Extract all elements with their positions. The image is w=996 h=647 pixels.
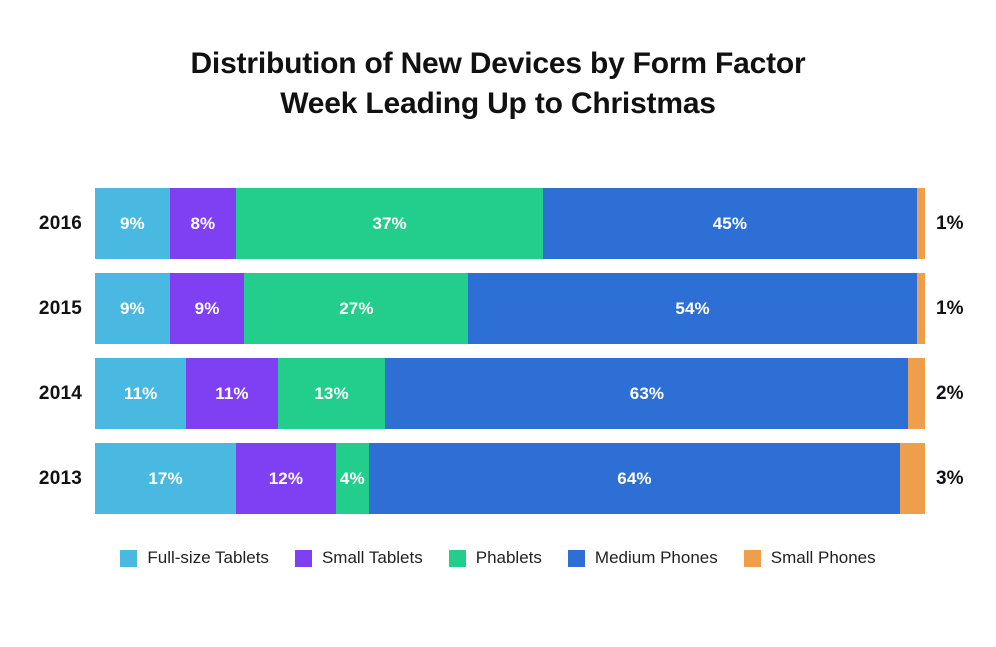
bar-segment[interactable]: 9%	[95, 273, 170, 344]
bar-row: 2013 17% 12% 4% 64% 3%	[0, 443, 996, 514]
segment-value-label: 17%	[148, 468, 183, 488]
segment-value-label: 9%	[119, 298, 145, 318]
bar-segment[interactable]: 12%	[236, 443, 336, 514]
legend-label: Medium Phones	[594, 548, 718, 567]
bar-segment[interactable]	[900, 443, 925, 514]
segment-value-label: 12%	[268, 468, 304, 488]
bar-segment[interactable]: 45%	[543, 188, 917, 259]
segment-value-label: 64%	[617, 468, 652, 488]
segment-value-label: 8%	[190, 213, 216, 233]
outside-value-label: 1%	[936, 298, 964, 319]
legend-swatch-icon	[743, 549, 761, 567]
year-axis-label: 2013	[38, 468, 82, 489]
segment-value-label: 45%	[712, 213, 748, 233]
legend-item[interactable]: Small Phones	[743, 548, 876, 568]
bar-segment[interactable]: 9%	[169, 273, 245, 344]
outside-value-label: 1%	[936, 213, 964, 234]
bar-segment[interactable]: 27%	[244, 273, 469, 344]
bar-segment[interactable]: 4%	[335, 443, 369, 514]
legend-swatch-icon	[448, 549, 466, 567]
legend-swatch-icon	[120, 549, 138, 567]
segment-value-label: 63%	[629, 383, 665, 403]
bar-segment[interactable]: 9%	[95, 188, 170, 259]
outside-value-label: 3%	[936, 468, 964, 489]
bar-segment[interactable]: 63%	[385, 358, 909, 429]
segment-value-label: 11%	[215, 383, 249, 403]
plot-area: 2016 9% 8% 37% 45% 1% 2015 9% 9% 27% 54% 1% 2014 11% 1…	[0, 188, 996, 528]
segment-value-label: 37%	[372, 213, 407, 233]
bar-row: 2014 11% 11% 13% 63% 2%	[0, 358, 996, 429]
chart-title-block: Distribution of New Devices by Form Fact…	[0, 44, 996, 124]
bar-segment[interactable]: 11%	[186, 358, 278, 429]
bar-segment[interactable]: 64%	[368, 443, 901, 514]
bar-row: 2015 9% 9% 27% 54% 1%	[0, 273, 996, 344]
legend-item[interactable]: Small Tablets	[294, 548, 423, 568]
bar-row: 2016 9% 8% 37% 45% 1%	[0, 188, 996, 259]
chart-legend: Full-size Tablets Small Tablets Phablets Me…	[0, 548, 996, 568]
bar-segment[interactable]: 54%	[468, 273, 917, 344]
year-axis-label: 2016	[38, 213, 82, 234]
segment-value-label: 54%	[675, 298, 710, 318]
bar-segment[interactable]	[908, 358, 925, 429]
segment-value-label: 9%	[194, 298, 220, 318]
legend-label: Phablets	[475, 548, 542, 567]
year-axis-label: 2014	[38, 383, 82, 404]
chart-container: Distribution of New Devices by Form Fact…	[0, 0, 996, 647]
legend-item[interactable]: Full-size Tablets	[120, 548, 269, 568]
segment-value-label: 4%	[339, 468, 365, 488]
stacked-bar: 9% 9% 27% 54%	[95, 273, 925, 344]
bar-segment[interactable]: 11%	[95, 358, 187, 429]
stacked-bar: 11% 11% 13% 63%	[95, 358, 925, 429]
bar-segment[interactable]	[916, 188, 925, 259]
bar-segment[interactable]: 13%	[277, 358, 386, 429]
legend-label: Small Phones	[770, 548, 876, 567]
legend-label: Small Tablets	[321, 548, 423, 567]
bar-segment[interactable]: 17%	[95, 443, 237, 514]
legend-swatch-icon	[294, 549, 312, 567]
chart-subtitle: Week Leading Up to Christmas	[280, 87, 716, 120]
bar-segment[interactable]	[916, 273, 925, 344]
segment-value-label: 13%	[314, 383, 349, 403]
segment-value-label: 27%	[339, 298, 374, 318]
bar-segment[interactable]: 37%	[236, 188, 544, 259]
legend-item[interactable]: Medium Phones	[567, 548, 718, 568]
legend-swatch-icon	[567, 549, 585, 567]
outside-value-label: 2%	[936, 383, 964, 404]
legend-item[interactable]: Phablets	[448, 548, 542, 568]
bar-segment[interactable]: 8%	[169, 188, 237, 259]
legend-label: Full-size Tablets	[147, 548, 269, 567]
stacked-bar: 17% 12% 4% 64%	[95, 443, 925, 514]
chart-title: Distribution of New Devices by Form Fact…	[190, 47, 806, 80]
segment-value-label: 11%	[123, 383, 158, 403]
segment-value-label: 9%	[119, 213, 145, 233]
stacked-bar: 9% 8% 37% 45%	[95, 188, 925, 259]
year-axis-label: 2015	[38, 298, 82, 319]
